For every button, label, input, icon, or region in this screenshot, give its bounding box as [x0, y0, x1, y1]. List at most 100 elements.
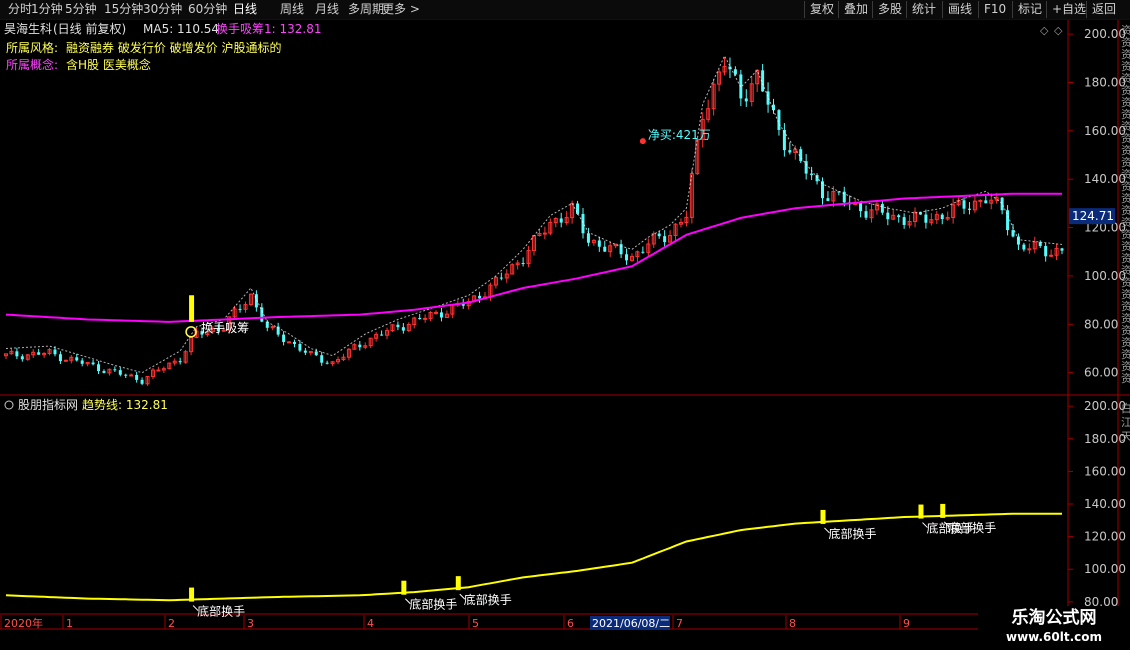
toolbar-button-5[interactable]: F10 — [978, 1, 1011, 18]
candle-body-18 — [102, 371, 106, 373]
candle-body-191 — [1044, 245, 1048, 257]
candle-body-162 — [886, 212, 890, 220]
period-tab-10[interactable]: 更多 > — [382, 1, 420, 18]
concept-label: 所属概念: — [6, 58, 59, 72]
candle-body-72 — [396, 324, 400, 328]
candle-body-134 — [733, 69, 737, 75]
toolbar-button-7[interactable]: +自选 — [1046, 1, 1091, 18]
candle-body-6 — [37, 352, 41, 355]
toolbar-button-2[interactable]: 多股 — [872, 1, 907, 18]
candle-body-143 — [782, 129, 786, 151]
signal-bar-4 — [918, 504, 924, 519]
candle-body-148 — [810, 173, 814, 176]
candle-body-79 — [434, 311, 439, 314]
toolbar-button-3[interactable]: 统计 — [906, 1, 941, 18]
candle-body-57 — [314, 351, 318, 356]
current-price-text: 124.71 — [1072, 209, 1114, 223]
signal-bar-3 — [820, 509, 826, 524]
signal-bar-2 — [455, 576, 461, 591]
candle-body-32 — [178, 361, 182, 363]
candle-body-73 — [401, 327, 405, 331]
xaxis-label-1: 1 — [66, 617, 73, 630]
signal-bar-main — [189, 295, 195, 322]
candle-body-109 — [597, 240, 601, 247]
signal-label-2: 底部换手 — [464, 592, 512, 607]
side-char-29: 资 — [1121, 372, 1130, 385]
candle-body-65 — [358, 344, 362, 348]
candle-body-177 — [967, 208, 971, 210]
candle-body-194 — [1060, 248, 1064, 251]
period-tab-7[interactable]: 周线 — [280, 1, 304, 18]
sub-side-char-1: 江 — [1121, 416, 1130, 429]
candle-body-114 — [625, 254, 629, 261]
xaxis-label-10: 9 — [903, 617, 910, 630]
candle-body-117 — [641, 251, 645, 253]
ytick-label-main-2: 100.00 — [1084, 269, 1126, 283]
ytick-label-sub-5: 180.00 — [1084, 432, 1126, 446]
ma5-line — [5, 54, 1063, 374]
period-tab-5[interactable]: 60分钟 — [188, 1, 227, 18]
trend-line — [5, 512, 1062, 602]
toolbar-button-4[interactable]: 画线 — [942, 1, 977, 18]
candle-body-9 — [53, 349, 57, 355]
candle-body-106 — [581, 213, 585, 234]
candle-body-53 — [292, 341, 296, 344]
sub-panel-name[interactable]: 股朋指标网 — [18, 398, 78, 412]
candle-body-77 — [423, 317, 428, 320]
period-tab-1[interactable]: 1分钟 — [31, 1, 63, 18]
ytick-label-sub-6: 200.00 — [1084, 399, 1126, 413]
signal-bar-5 — [940, 503, 946, 518]
candle-body-157 — [859, 202, 863, 212]
toolbar-button-6[interactable]: 标记 — [1012, 1, 1047, 18]
candle-body-99 — [542, 232, 547, 235]
toolbar-button-0[interactable]: 复权 — [804, 1, 839, 18]
candle-body-11 — [63, 359, 68, 362]
candle-body-69 — [380, 334, 384, 336]
style-value: 融资融券 破发行价 破增发价 沪股通标的 — [66, 41, 282, 55]
xaxis-label-3: 3 — [247, 617, 254, 630]
sub-side-char-0: 白 — [1121, 401, 1130, 415]
signal-label-0: 底部换手 — [197, 604, 245, 619]
toolbar: 分时 1分钟 5分钟 15分钟 30分钟 60分钟 日线 周线 月线 多周期 更多 > 复权 叠加 多股统… — [0, 0, 1130, 20]
candle-body-58 — [320, 355, 324, 363]
xaxis-label-4: 4 — [367, 617, 374, 630]
candle-body-16 — [91, 362, 95, 365]
toolbar-button-8[interactable]: 返回 — [1086, 1, 1121, 18]
toolbar-button-1[interactable]: 叠加 — [838, 1, 873, 18]
signal-bar-0 — [189, 587, 195, 602]
candle-body-188 — [1027, 248, 1032, 251]
signal-label-3: 底部换手 — [828, 526, 876, 541]
candle-body-95 — [521, 263, 525, 265]
candle-body-180 — [984, 200, 988, 204]
ma-line-MA — [5, 192, 1062, 323]
candle-body-186 — [1016, 236, 1020, 245]
ytick-label-sub-1: 100.00 — [1084, 562, 1126, 576]
candle-body-13 — [75, 357, 79, 361]
candle-body-144 — [788, 150, 792, 153]
signal-bar-1 — [401, 580, 407, 595]
buy-marker-icon — [639, 138, 646, 145]
period-tab-4[interactable]: 30分钟 — [143, 1, 182, 18]
candle-body-23 — [129, 374, 134, 377]
period-tab-8[interactable]: 月线 — [315, 1, 339, 18]
period-tab-0[interactable]: 分时 — [8, 1, 32, 18]
candle-body-183 — [1000, 197, 1004, 211]
candle-body-76 — [418, 317, 422, 320]
candle-body-151 — [826, 198, 830, 201]
candle-body-52 — [287, 341, 292, 344]
stock-name[interactable]: 昊海生科 — [4, 22, 52, 36]
period-tab-9[interactable]: 多周期 — [348, 1, 384, 18]
concept-value: 含H股 医美概念 — [66, 58, 151, 72]
ytick-label-main-5: 160.00 — [1084, 124, 1126, 138]
candle-body-22 — [124, 374, 128, 376]
ytick-label-sub-4: 160.00 — [1084, 464, 1126, 478]
period-tab-2[interactable]: 5分钟 — [65, 1, 97, 18]
signal-label-5: 底部换手 — [948, 520, 996, 535]
period-tab-3[interactable]: 15分钟 — [104, 1, 143, 18]
period-tab-6[interactable]: 日线 — [233, 1, 257, 18]
candle-body-21 — [118, 370, 122, 375]
ma5-label: MA5: 110.54 — [143, 22, 220, 36]
sub-side-char-2: 天 — [1121, 430, 1130, 443]
candle-body-17 — [97, 364, 101, 372]
candle-body-87 — [478, 295, 482, 299]
